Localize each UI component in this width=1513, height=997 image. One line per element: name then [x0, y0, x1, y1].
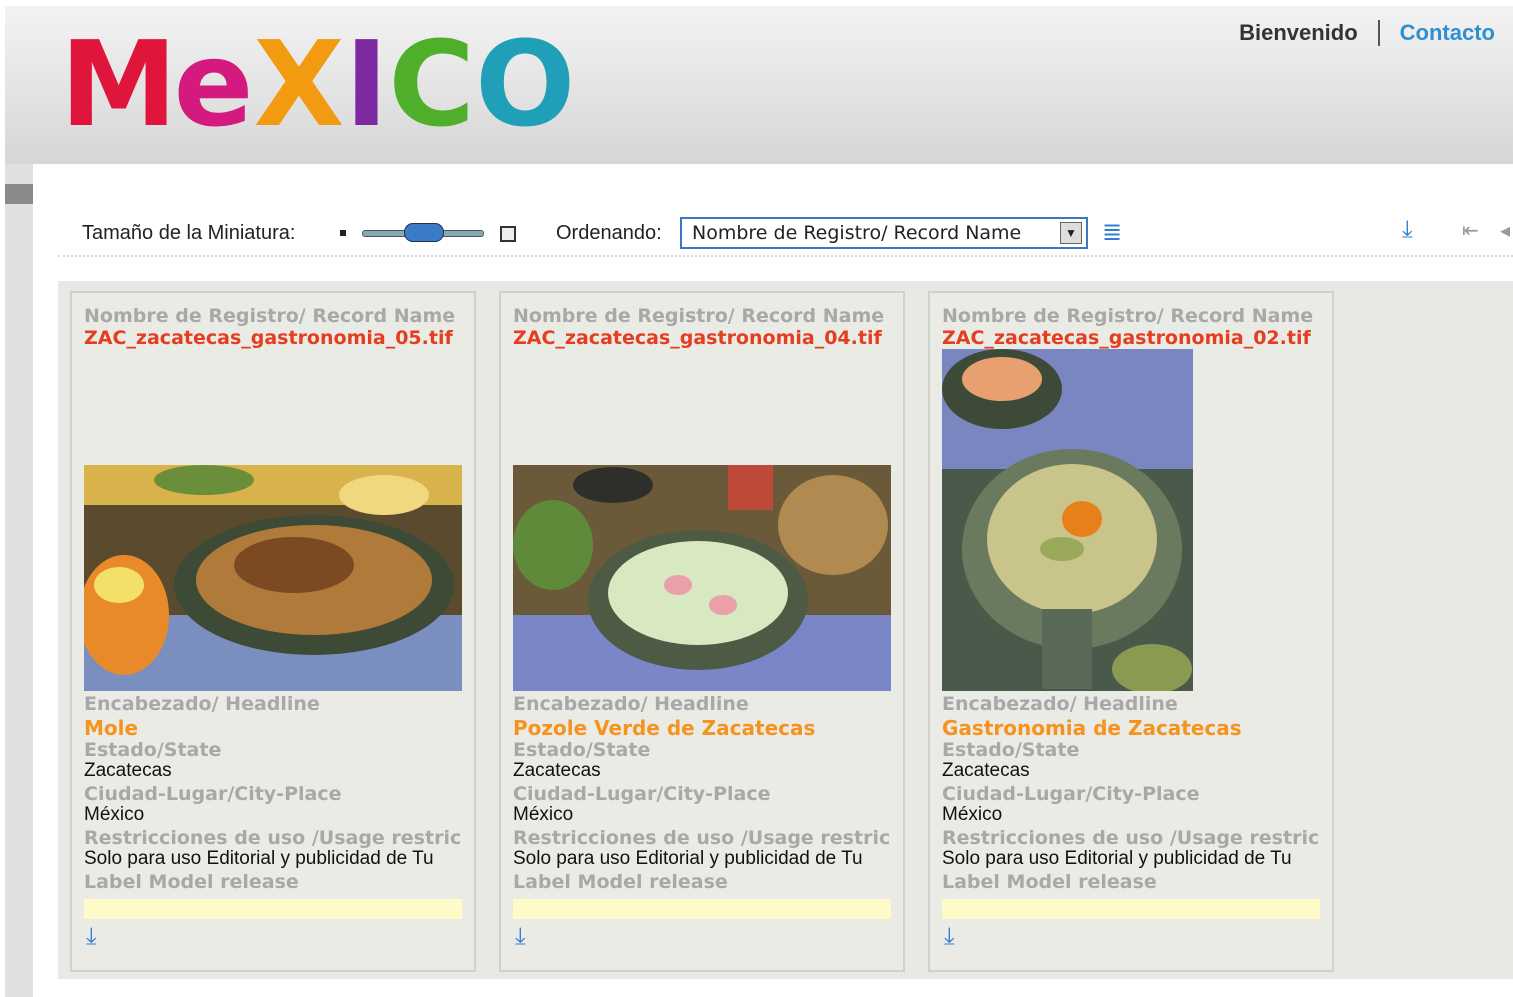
headline-label: Encabezado/ Headline — [513, 693, 749, 715]
thumbnail-size-label: Tamaño de la Miniatura: — [82, 222, 296, 244]
city-label: Ciudad-Lugar/City-Place — [84, 783, 342, 805]
small-thumbnail-icon — [340, 230, 346, 236]
city-label: Ciudad-Lugar/City-Place — [942, 783, 1200, 805]
usage-label: Restricciones de uso /Usage restric — [84, 827, 462, 849]
sidebar-tab[interactable] — [5, 184, 33, 204]
city-value: México — [513, 804, 574, 825]
city-value: México — [84, 804, 145, 825]
model-release-label: Label Model release — [513, 871, 728, 893]
headline-value: Gastronomia de Zacatecas — [942, 716, 1242, 740]
state-label: Estado/State — [942, 739, 1080, 761]
record-name-label: Nombre de Registro/ Record Name — [84, 305, 456, 327]
city-label: Ciudad-Lugar/City-Place — [513, 783, 771, 805]
usage-label: Restricciones de uso /Usage restric — [513, 827, 891, 849]
sort-label: Ordenando: — [556, 222, 662, 244]
download-icon[interactable]: ⤓ — [944, 923, 955, 951]
download-icon[interactable]: ⤓ — [515, 923, 526, 951]
result-card[interactable]: Nombre de Registro/ Record Name ZAC_zaca… — [70, 291, 476, 972]
contact-link[interactable]: Contacto — [1380, 20, 1495, 46]
photo-graphic — [513, 465, 891, 691]
food-photo-mole[interactable] — [84, 465, 462, 691]
logo-letter-x: X — [253, 15, 345, 153]
first-page-icon[interactable]: ⇤ — [1462, 218, 1479, 243]
toolbar-divider — [58, 255, 1513, 257]
chevron-down-icon[interactable]: ▼ — [1060, 222, 1082, 244]
state-label: Estado/State — [84, 739, 222, 761]
state-label: Estado/State — [513, 739, 651, 761]
logo-letter-i: I — [344, 15, 389, 153]
food-photo-pozole[interactable] — [513, 465, 891, 691]
model-release-field — [84, 899, 462, 919]
mexico-logo[interactable]: M e X I C O — [60, 15, 576, 153]
site-header: M e X I C O Bienvenido Contacto — [5, 6, 1513, 164]
welcome-link[interactable]: Bienvenido — [1239, 20, 1380, 46]
logo-letter-c: C — [388, 15, 475, 153]
photo-graphic — [942, 349, 1193, 691]
slider-thumb[interactable] — [404, 223, 444, 242]
download-icon[interactable]: ⤓ — [86, 923, 97, 951]
state-value: Zacatecas — [942, 760, 1030, 781]
state-value: Zacatecas — [84, 760, 172, 781]
record-name-label: Nombre de Registro/ Record Name — [513, 305, 885, 327]
result-card[interactable]: Nombre de Registro/ Record Name ZAC_zaca… — [499, 291, 905, 972]
logo-letter-m: M — [60, 15, 177, 153]
top-links: Bienvenido Contacto — [1239, 20, 1495, 46]
download-icon[interactable]: ⤓ — [1402, 216, 1413, 244]
state-value: Zacatecas — [513, 760, 601, 781]
photo-graphic — [84, 465, 462, 691]
record-filename[interactable]: ZAC_zacatecas_gastronomia_02.tif — [942, 327, 1320, 349]
record-name-label: Nombre de Registro/ Record Name — [942, 305, 1314, 327]
record-filename[interactable]: ZAC_zacatecas_gastronomia_05.tif — [84, 327, 462, 349]
toolbar: Tamaño de la Miniatura: Ordenando: Nombr… — [82, 216, 1512, 249]
logo-letter-o: O — [474, 15, 576, 153]
sort-select-value: Nombre de Registro/ Record Name — [692, 222, 1022, 244]
headline-value: Pozole Verde de Zacatecas — [513, 716, 816, 740]
model-release-field — [513, 899, 891, 919]
model-release-field — [942, 899, 1320, 919]
result-card[interactable]: Nombre de Registro/ Record Name ZAC_zaca… — [928, 291, 1334, 972]
usage-value: Solo para uso Editorial y publicidad de … — [513, 848, 863, 869]
left-sidebar — [5, 164, 33, 997]
model-release-label: Label Model release — [84, 871, 299, 893]
headline-label: Encabezado/ Headline — [942, 693, 1178, 715]
sort-select[interactable]: Nombre de Registro/ Record Name ▼ — [680, 217, 1088, 249]
sort-list-icon[interactable]: ≣ — [1102, 218, 1122, 247]
model-release-label: Label Model release — [942, 871, 1157, 893]
headline-label: Encabezado/ Headline — [84, 693, 320, 715]
headline-value: Mole — [84, 716, 139, 740]
city-value: México — [942, 804, 1003, 825]
usage-value: Solo para uso Editorial y publicidad de … — [942, 848, 1292, 869]
record-filename[interactable]: ZAC_zacatecas_gastronomia_04.tif — [513, 327, 891, 349]
large-thumbnail-icon — [500, 226, 516, 242]
logo-letter-e: e — [173, 15, 254, 153]
usage-value: Solo para uso Editorial y publicidad de … — [84, 848, 434, 869]
food-photo-gastronomia[interactable] — [942, 349, 1193, 691]
prev-page-icon[interactable]: ◂ — [1500, 218, 1510, 243]
usage-label: Restricciones de uso /Usage restric — [942, 827, 1320, 849]
